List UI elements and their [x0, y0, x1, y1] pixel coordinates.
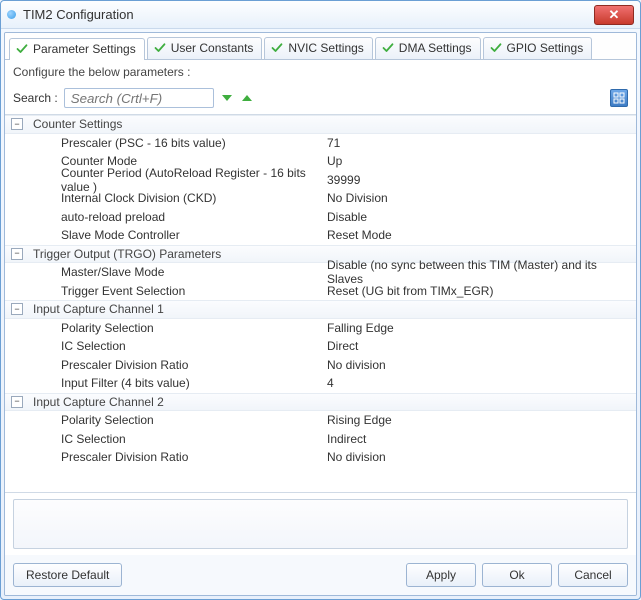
section-title: Trigger Output (TRGO) Parameters — [29, 247, 221, 261]
collapse-all-button[interactable] — [610, 89, 628, 107]
section-header[interactable]: −Input Capture Channel 2 — [5, 393, 636, 412]
parameter-label: Polarity Selection — [5, 321, 327, 335]
parameter-value[interactable]: 4 — [327, 376, 636, 390]
tab-parameter-settings[interactable]: Parameter Settings — [9, 38, 145, 60]
parameter-value[interactable]: No division — [327, 450, 636, 464]
check-icon — [154, 42, 166, 54]
expander-icon[interactable]: − — [11, 118, 23, 130]
section-title: Counter Settings — [29, 117, 122, 131]
parameter-tree: −Counter SettingsPrescaler (PSC - 16 bit… — [5, 114, 636, 493]
parameter-label: Prescaler Division Ratio — [5, 358, 327, 372]
parameter-label: Prescaler (PSC - 16 bits value) — [5, 136, 327, 150]
parameter-value[interactable]: Reset (UG bit from TIMx_EGR) — [327, 284, 636, 298]
parameter-row[interactable]: Polarity SelectionFalling Edge — [5, 319, 636, 338]
parameter-row[interactable]: Internal Clock Division (CKD)No Division — [5, 189, 636, 208]
close-button[interactable]: ✕ — [594, 5, 634, 25]
grid-icon — [613, 92, 625, 104]
tab-label: User Constants — [171, 41, 254, 55]
parameter-label: auto-reload preload — [5, 210, 327, 224]
close-icon: ✕ — [609, 7, 620, 23]
parameter-value[interactable]: Up — [327, 154, 636, 168]
parameter-label: Internal Clock Division (CKD) — [5, 191, 327, 205]
parameter-row[interactable]: Polarity SelectionRising Edge — [5, 411, 636, 430]
section-title: Input Capture Channel 1 — [29, 302, 164, 316]
parameter-value[interactable]: Disable (no sync between this TIM (Maste… — [327, 258, 636, 286]
search-prev-icon[interactable] — [240, 91, 254, 105]
tab-dma-settings[interactable]: DMA Settings — [375, 37, 481, 59]
parameter-label: Input Filter (4 bits value) — [5, 376, 327, 390]
cancel-button[interactable]: Cancel — [558, 563, 628, 587]
parameter-value[interactable]: Direct — [327, 339, 636, 353]
restore-default-button[interactable]: Restore Default — [13, 563, 122, 587]
dialog-window: TIM2 Configuration ✕ Parameter Settings … — [0, 0, 641, 600]
tab-user-constants[interactable]: User Constants — [147, 37, 263, 59]
parameter-row[interactable]: Slave Mode ControllerReset Mode — [5, 226, 636, 245]
check-icon — [16, 43, 28, 55]
description-panel — [13, 499, 628, 549]
search-next-icon[interactable] — [220, 91, 234, 105]
parameter-row[interactable]: IC SelectionIndirect — [5, 430, 636, 449]
search-input[interactable] — [64, 88, 214, 108]
expander-icon[interactable]: − — [11, 248, 23, 260]
parameter-label: Counter Period (AutoReload Register - 16… — [5, 166, 327, 194]
parameter-value[interactable]: Reset Mode — [327, 228, 636, 242]
tabbar: Parameter Settings User Constants NVIC S… — [5, 33, 636, 60]
parameter-row[interactable]: Trigger Event SelectionReset (UG bit fro… — [5, 282, 636, 301]
parameter-value[interactable]: Rising Edge — [327, 413, 636, 427]
parameter-value[interactable]: 71 — [327, 136, 636, 150]
expander-icon[interactable]: − — [11, 303, 23, 315]
parameter-label: Polarity Selection — [5, 413, 327, 427]
tab-label: DMA Settings — [399, 41, 472, 55]
app-icon — [7, 10, 16, 19]
tab-label: GPIO Settings — [507, 41, 584, 55]
search-label: Search : — [13, 91, 58, 105]
search-row: Search : — [5, 84, 636, 114]
parameter-row[interactable]: Input Filter (4 bits value)4 — [5, 374, 636, 393]
parameter-row[interactable]: Prescaler Division RatioNo division — [5, 356, 636, 375]
parameter-label: Trigger Event Selection — [5, 284, 327, 298]
parameter-row[interactable]: Master/Slave ModeDisable (no sync betwee… — [5, 263, 636, 282]
parameter-value[interactable]: Disable — [327, 210, 636, 224]
section-header[interactable]: −Counter Settings — [5, 115, 636, 134]
parameter-row[interactable]: Counter Period (AutoReload Register - 16… — [5, 171, 636, 190]
footer: Restore Default Apply Ok Cancel — [5, 555, 636, 595]
tab-label: NVIC Settings — [288, 41, 363, 55]
check-icon — [271, 42, 283, 54]
check-icon — [490, 42, 502, 54]
tab-label: Parameter Settings — [33, 42, 136, 56]
parameter-row[interactable]: IC SelectionDirect — [5, 337, 636, 356]
tab-gpio-settings[interactable]: GPIO Settings — [483, 37, 593, 59]
parameter-value[interactable]: Falling Edge — [327, 321, 636, 335]
parameter-label: IC Selection — [5, 432, 327, 446]
parameter-value[interactable]: Indirect — [327, 432, 636, 446]
parameter-label: IC Selection — [5, 339, 327, 353]
titlebar[interactable]: TIM2 Configuration ✕ — [1, 1, 640, 29]
window-title: TIM2 Configuration — [23, 7, 594, 22]
check-icon — [382, 42, 394, 54]
parameter-row[interactable]: Prescaler (PSC - 16 bits value)71 — [5, 134, 636, 153]
apply-button[interactable]: Apply — [406, 563, 476, 587]
parameter-row[interactable]: auto-reload preloadDisable — [5, 208, 636, 227]
parameter-row[interactable]: Prescaler Division RatioNo division — [5, 448, 636, 467]
parameter-value[interactable]: No division — [327, 358, 636, 372]
section-title: Input Capture Channel 2 — [29, 395, 164, 409]
configure-label: Configure the below parameters : — [5, 60, 636, 84]
parameter-value[interactable]: No Division — [327, 191, 636, 205]
dialog-body: Parameter Settings User Constants NVIC S… — [4, 32, 637, 596]
ok-button[interactable]: Ok — [482, 563, 552, 587]
parameter-label: Master/Slave Mode — [5, 265, 327, 279]
tab-nvic-settings[interactable]: NVIC Settings — [264, 37, 372, 59]
section-header[interactable]: −Input Capture Channel 1 — [5, 300, 636, 319]
expander-icon[interactable]: − — [11, 396, 23, 408]
parameter-label: Slave Mode Controller — [5, 228, 327, 242]
parameter-label: Prescaler Division Ratio — [5, 450, 327, 464]
parameter-value[interactable]: 39999 — [327, 173, 636, 187]
